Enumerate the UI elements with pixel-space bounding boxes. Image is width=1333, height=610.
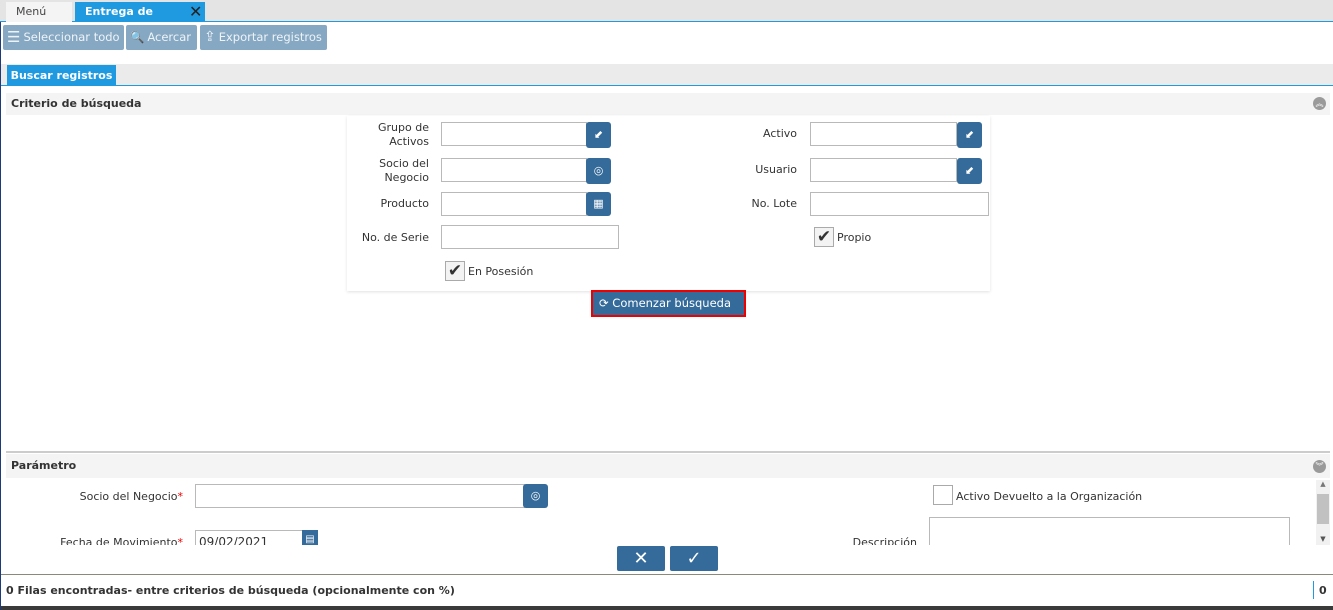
usuario-input[interactable] — [810, 158, 957, 182]
fecha-input[interactable]: 09/02/2021 — [195, 530, 305, 545]
tab-entrega-de-activos[interactable]: Entrega de Activos — [75, 2, 205, 38]
usuario-lookup-button[interactable]: ⬋ — [957, 158, 982, 184]
activo-label: Activo — [763, 127, 797, 140]
close-icon: ✕ — [633, 548, 649, 569]
zoom-icon: 🔍 — [130, 30, 145, 44]
bottom-border — [0, 606, 1333, 610]
fecha-label: Fecha de Movimiento* — [60, 536, 183, 545]
scrollbar[interactable]: ▲ ▼ — [1316, 480, 1330, 545]
zoom-button[interactable]: 🔍 Acercar — [126, 25, 197, 50]
tab-buscar-registros[interactable]: Buscar registros — [7, 65, 116, 86]
start-search-button[interactable]: ⟳ Comenzar búsqueda ... — [591, 290, 746, 333]
params-header[interactable]: Parámetro — [6, 454, 1330, 478]
ok-button[interactable]: ✓ — [670, 546, 718, 571]
serie-label: No. de Serie — [361, 231, 429, 244]
criteria-title: Criterio de búsqueda — [11, 97, 142, 110]
propio-label: Propio — [837, 231, 872, 244]
status-count: 0 — [1319, 584, 1327, 597]
activo-lookup-button[interactable]: ⬋ — [957, 122, 982, 148]
params-scroll-area: Fecha de Movimiento* 09/02/2021 ▤ Descri… — [0, 478, 1313, 545]
producto-input[interactable] — [441, 192, 587, 216]
status-divider — [0, 574, 1333, 575]
grupo-label: Grupo de Activos — [378, 121, 429, 148]
export-label: Exportar registros — [218, 30, 322, 44]
select-all-label: Seleccionar todo — [23, 30, 120, 44]
calendar-icon[interactable]: ▤ — [302, 530, 318, 545]
export-button[interactable]: ⇪ Exportar registros — [200, 25, 327, 50]
bpartner-icon[interactable]: ◎ — [586, 158, 611, 184]
status-separator — [1313, 581, 1314, 599]
check-icon: ✓ — [686, 548, 702, 569]
posesion-label: En Posesión — [468, 265, 534, 278]
descripcion-textarea[interactable] — [929, 517, 1290, 545]
expand-icon[interactable]: ︾ — [1313, 460, 1326, 473]
serie-input[interactable] — [441, 225, 619, 249]
tab-menu[interactable]: Menú (0) — [6, 2, 72, 38]
socio-input[interactable] — [441, 158, 587, 182]
params-title: Parámetro — [11, 459, 77, 472]
cancel-button[interactable]: ✕ — [617, 546, 665, 571]
collapse-icon[interactable]: ︽ — [1313, 97, 1326, 110]
subtab-strip — [0, 64, 1333, 86]
lote-label: No. Lote — [751, 197, 797, 210]
export-icon: ⇪ — [204, 29, 216, 45]
criteria-header[interactable]: Criterio de búsqueda — [6, 93, 1330, 115]
product-icon[interactable]: ▦ — [586, 192, 611, 216]
zoom-label: Acercar — [147, 30, 191, 44]
search-button-label: Comenzar búsqueda ... — [599, 296, 731, 333]
descripcion-label: Descripción — [852, 536, 917, 545]
propio-checkbox[interactable]: ✔ — [814, 227, 834, 247]
activo-input[interactable] — [810, 122, 957, 146]
usuario-label: Usuario — [755, 163, 797, 176]
select-all-button[interactable]: ☰ Seleccionar todo — [3, 25, 124, 50]
lote-input[interactable] — [810, 192, 989, 216]
grupo-input[interactable] — [441, 122, 587, 146]
status-message: 0 Filas encontradas- entre criterios de … — [6, 584, 455, 597]
socio-label: Socio del Negocio — [379, 157, 429, 184]
close-tab-icon[interactable]: ✕ — [189, 3, 202, 21]
refresh-icon: ⟳ — [599, 296, 609, 310]
divider — [6, 451, 1330, 453]
producto-label: Producto — [380, 197, 430, 210]
posesion-checkbox[interactable]: ✔ — [445, 261, 465, 281]
left-border — [0, 22, 1, 610]
list-icon: ☰ — [7, 28, 21, 46]
grupo-lookup-button[interactable]: ⬋ — [586, 122, 611, 148]
